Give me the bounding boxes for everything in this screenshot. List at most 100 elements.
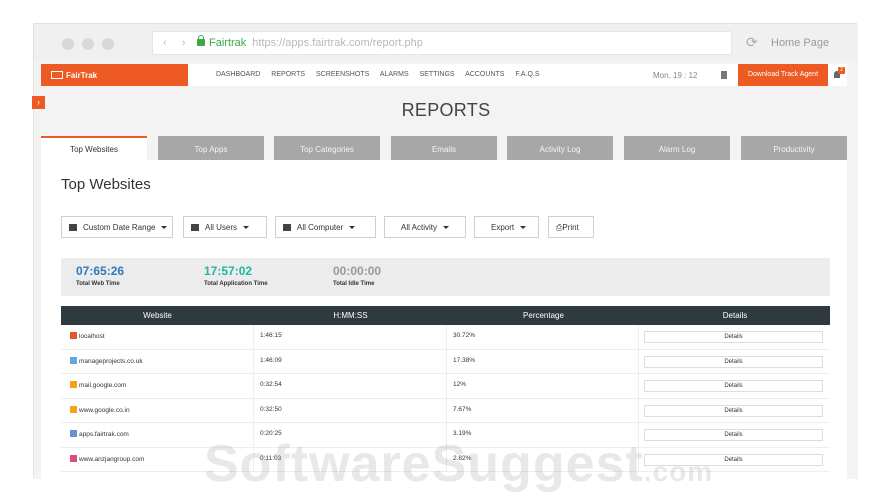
menu-faqs[interactable]: F.A.Q.S (515, 71, 539, 78)
activity-dropdown[interactable]: All Activity (384, 216, 466, 238)
lock-icon (197, 35, 205, 46)
report-panel: Top Websites Custom Date Range All Users… (41, 160, 847, 479)
details-button[interactable]: Details (644, 404, 823, 417)
document-icon[interactable] (721, 71, 727, 79)
time-cell: 1:46:09 (260, 356, 282, 364)
website-cell: apps.fairtrak.com (70, 430, 129, 438)
website-cell: www.anzjangroup.com (70, 454, 145, 463)
header-time[interactable]: H:MM:SS (254, 311, 447, 320)
tab-alarm-log[interactable]: Alarm Log (624, 136, 730, 160)
users-label: All Users (205, 223, 238, 232)
url-text[interactable]: https://apps.fairtrak.com/report.php (252, 37, 423, 49)
tab-productivity[interactable]: Productivity (741, 136, 847, 160)
computer-dropdown[interactable]: All Computer (275, 216, 376, 238)
browser-window: ‹ › Fairtrak https://apps.fairtrak.com/re… (32, 23, 858, 493)
menu-accounts[interactable]: ACCOUNTS (465, 71, 504, 78)
date-range-dropdown[interactable]: Custom Date Range (61, 216, 173, 238)
menu-dashboard[interactable]: DASHBOARD (216, 71, 260, 78)
users-dropdown[interactable]: All Users (183, 216, 267, 238)
window-minimize-dot[interactable] (82, 38, 94, 50)
window-close-dot[interactable] (62, 38, 74, 50)
stat-idle-time: 00:00:00 Total Idle Time (333, 264, 381, 287)
time-cell: 0:32:50 (260, 405, 282, 413)
percentage-cell: 7.67% (453, 405, 472, 413)
computer-icon (283, 224, 291, 231)
website-color-swatch (70, 430, 77, 437)
stat-value: 07:65:26 (76, 264, 125, 278)
report-tabs: Top Websites Top Apps Top Categories Ema… (41, 136, 847, 160)
fairtrak-logo[interactable]: FairTrak (41, 64, 188, 86)
logo-icon (51, 71, 63, 79)
download-track-agent-button[interactable]: Download Track Agent (738, 64, 828, 86)
menu-alarms[interactable]: ALARMS (380, 71, 409, 78)
page-title: REPORTS (401, 100, 491, 120)
website-name: mail.google.com (79, 382, 127, 389)
header-details: Details (722, 311, 748, 320)
home-page-link[interactable]: Home Page (771, 37, 829, 49)
reload-icon[interactable]: ⟳ (746, 34, 758, 51)
website-color-swatch (70, 356, 77, 364)
print-label: Print (562, 223, 579, 232)
app-page: FairTrak DASHBOARD REPORTS SCREENSHOTS A… (32, 62, 858, 493)
section-title: Top Websites (61, 176, 151, 193)
table-header: Website H:MM:SS Percentage Details (61, 306, 830, 325)
table-row: localhost 1:46:15 30.72% Details (61, 325, 830, 350)
print-button[interactable]: ⎙Print (548, 216, 594, 238)
website-color-swatch (70, 332, 77, 339)
header-percentage[interactable]: Percentage (447, 311, 640, 320)
stat-application-time: 17:57:02 Total Application Time (204, 264, 268, 287)
details-button[interactable]: Details (644, 355, 823, 368)
site-name: Fairtrak (209, 37, 247, 49)
percentage-cell: 12% (453, 381, 467, 388)
address-bar[interactable]: ‹ › Fairtrak https://apps.fairtrak.com/re… (152, 31, 732, 55)
browser-toolbar: ‹ › Fairtrak https://apps.fairtrak.com/re… (34, 24, 858, 62)
main-menu: DASHBOARD REPORTS SCREENSHOTS ALARMS SET… (216, 71, 549, 78)
menu-settings[interactable]: SETTINGS (420, 71, 455, 78)
activity-label: All Activity (401, 223, 438, 232)
stat-web-time: 07:65:26 Total Web Time (76, 264, 124, 287)
date-range-label: Custom Date Range (83, 223, 156, 232)
time-cell: 1:46:15 (260, 332, 282, 339)
window-maximize-dot[interactable] (102, 38, 114, 50)
tab-top-apps[interactable]: Top Apps (158, 136, 264, 160)
tab-top-websites[interactable]: Top Websites (41, 136, 147, 160)
table-row: manageprojects.co.uk 1:46:09 17.38% Details (61, 349, 830, 374)
watermark: SoftwareSuggest.com (204, 434, 713, 494)
export-dropdown[interactable]: Export (474, 216, 539, 238)
table-row: www.google.co.in 0:32:50 7.67% Details (61, 398, 830, 423)
details-button[interactable]: Details (644, 380, 823, 392)
percentage-cell: 30.72% (453, 332, 476, 339)
caret-down-icon (243, 226, 250, 229)
stat-label: Total Idle Time (333, 281, 375, 287)
computer-label: All Computer (297, 223, 344, 232)
stat-label: Total Application Time (204, 281, 268, 287)
website-cell: www.google.co.in (70, 405, 130, 414)
menu-reports[interactable]: REPORTS (271, 71, 305, 78)
notification-badge: 2 (838, 67, 845, 74)
clock: Mon, 19 : 12 (653, 71, 698, 80)
website-cell: mail.google.com (70, 381, 126, 389)
time-summary: 07:65:26 Total Web Time 17:57:02 Total A… (61, 258, 830, 296)
tab-activity-log[interactable]: Activity Log (507, 136, 613, 160)
caret-down-icon (161, 226, 168, 229)
caret-down-icon (349, 226, 356, 229)
menu-screenshots[interactable]: SCREENSHOTS (316, 71, 369, 78)
stat-value: 17:57:02 (204, 264, 253, 278)
caret-down-icon (443, 226, 450, 229)
website-name: www.anzjangroup.com (79, 455, 145, 463)
website-color-swatch (70, 454, 77, 462)
website-cell: manageprojects.co.uk (70, 356, 143, 365)
percentage-cell: 17.38% (453, 356, 476, 364)
calendar-icon (69, 224, 77, 231)
tab-top-categories[interactable]: Top Categories (274, 136, 380, 160)
watermark-text: SoftwareSuggest (204, 435, 644, 493)
tab-emails[interactable]: Emails (391, 136, 497, 160)
website-name: localhost (79, 333, 105, 340)
header-website[interactable]: Website (61, 311, 254, 320)
nav-arrows-icon[interactable]: ‹ › (163, 37, 191, 49)
website-name: manageprojects.co.uk (79, 357, 143, 365)
website-color-swatch (70, 381, 77, 388)
stat-label: Total Web Time (76, 281, 120, 287)
details-button[interactable]: Details (644, 331, 823, 343)
top-navbar: FairTrak DASHBOARD REPORTS SCREENSHOTS A… (41, 64, 847, 86)
